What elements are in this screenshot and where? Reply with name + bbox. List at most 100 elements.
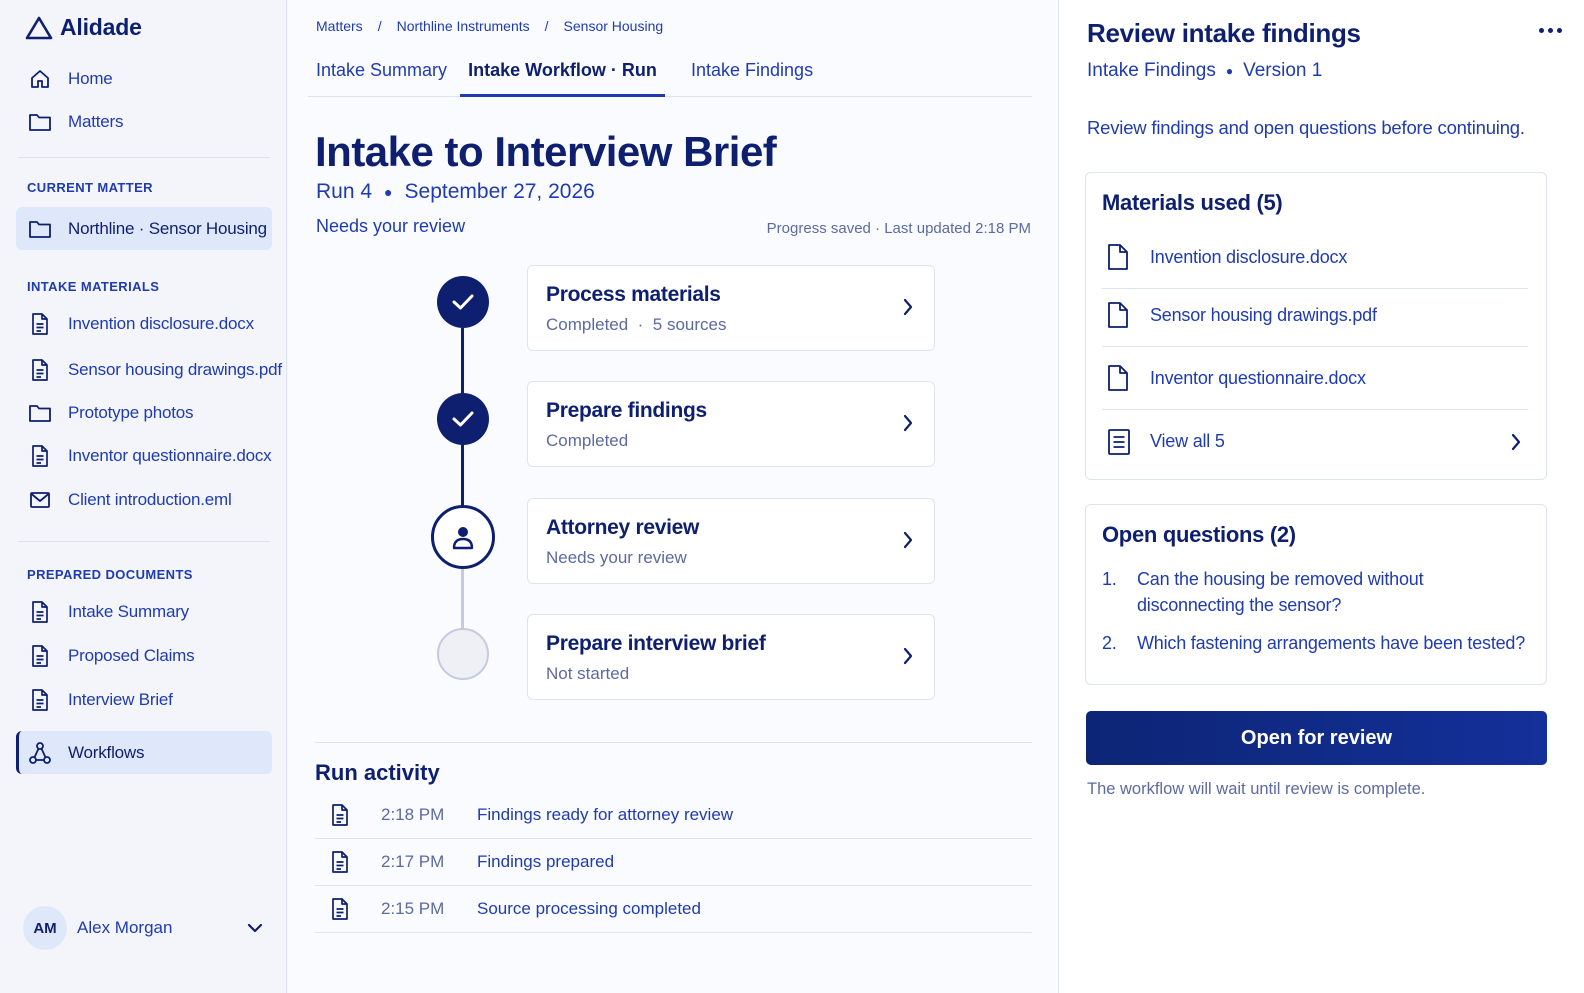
material-item[interactable]: Invention disclosure.docx bbox=[1102, 226, 1528, 289]
sidebar-item-label: Interview Brief bbox=[68, 690, 173, 709]
material-name: Inventor questionnaire.docx bbox=[1150, 367, 1366, 388]
run-label: Run 4 bbox=[316, 180, 373, 203]
sidebar-item-workflows[interactable]: Workflows bbox=[16, 731, 272, 774]
activity-row[interactable]: 2:15 PM Source processing completed bbox=[315, 886, 1032, 933]
avatar: AM bbox=[23, 906, 67, 950]
sidebar-item-interview-brief[interactable]: Interview Brief bbox=[16, 679, 272, 721]
view-all-materials[interactable]: View all 5 bbox=[1102, 410, 1528, 473]
tab-bar: Intake Summary Intake Workflow · Run Int… bbox=[308, 56, 1032, 97]
activity-text: Findings ready for attorney review bbox=[477, 805, 734, 824]
step-connector bbox=[461, 568, 464, 628]
sidebar-item-proposed-claims[interactable]: Proposed Claims bbox=[16, 635, 272, 677]
sidebar-item-intake-summary[interactable]: Intake Summary bbox=[16, 591, 272, 633]
open-questions-card: Open questions (2) 1. Can the housing be… bbox=[1085, 504, 1547, 685]
more-options-button[interactable] bbox=[1539, 28, 1562, 33]
alidade-logo-icon bbox=[25, 16, 53, 39]
sidebar-item-label: Proposed Claims bbox=[68, 646, 195, 665]
materials-used-card: Materials used (5) Invention disclosure.… bbox=[1085, 172, 1547, 480]
step-title: Prepare findings bbox=[546, 399, 707, 422]
chevron-right-icon bbox=[903, 298, 913, 316]
activity-time: 2:17 PM bbox=[381, 852, 445, 871]
intake-materials-heading: INTAKE MATERIALS bbox=[27, 279, 160, 294]
step-title: Process materials bbox=[546, 283, 721, 306]
step-subtitle: Completed bbox=[546, 431, 629, 450]
more-icon-dot bbox=[1557, 28, 1562, 33]
tab-intake-workflow-run[interactable]: Intake Workflow · Run bbox=[460, 56, 665, 97]
section-divider bbox=[315, 742, 1032, 743]
activity-text: Findings prepared bbox=[477, 852, 615, 871]
open-questions-title: Open questions (2) bbox=[1102, 522, 1296, 547]
breadcrumb-sensor-housing[interactable]: Sensor Housing bbox=[564, 18, 664, 34]
sidebar-item-inventor-questionnaire[interactable]: Inventor questionnaire.docx bbox=[16, 435, 272, 477]
check-icon bbox=[452, 294, 474, 310]
activity-text: Source processing completed bbox=[477, 899, 701, 918]
dot-separator: ● bbox=[384, 184, 393, 200]
step-card-prepare-findings[interactable]: Prepare findings Completed bbox=[527, 381, 935, 467]
step-card-prepare-interview-brief[interactable]: Prepare interview brief Not started bbox=[527, 614, 935, 700]
breadcrumb-northline-instruments[interactable]: Northline Instruments bbox=[397, 18, 530, 34]
sidebar-item-drawings[interactable]: Sensor housing drawings.pdf bbox=[16, 349, 282, 391]
user-menu[interactable]: AM Alex Morgan bbox=[23, 905, 273, 951]
step-subtitle: Not started bbox=[546, 664, 630, 683]
activity-row[interactable]: 2:17 PM Findings prepared bbox=[315, 839, 1032, 886]
current-matter-item[interactable]: Northline · Sensor Housing bbox=[16, 207, 272, 250]
panel-subtitle: Intake Findings ● Version 1 bbox=[1087, 60, 1322, 82]
chevron-right-icon bbox=[903, 414, 913, 432]
run-date: September 27, 2026 bbox=[404, 180, 595, 203]
nav-home[interactable]: Home bbox=[16, 58, 272, 100]
sidebar-item-client-introduction[interactable]: Client introduction.eml bbox=[16, 479, 272, 521]
step-title: Attorney review bbox=[546, 516, 700, 539]
panel-document-name[interactable]: Intake Findings bbox=[1087, 60, 1216, 82]
review-note: The workflow will wait until review is c… bbox=[1087, 780, 1426, 798]
materials-used-title: Materials used (5) bbox=[1102, 190, 1283, 215]
panel-version: Version 1 bbox=[1243, 60, 1323, 81]
breadcrumb-matters[interactable]: Matters bbox=[316, 18, 363, 34]
document-icon bbox=[330, 897, 356, 921]
current-matter-label: Northline · Sensor Housing bbox=[68, 218, 267, 238]
document-icon bbox=[28, 688, 52, 712]
review-panel: Review intake findings Intake Findings ●… bbox=[1058, 0, 1584, 993]
brand[interactable]: Alidade bbox=[24, 14, 142, 41]
step-subtitle: Completed · 5 sources bbox=[546, 315, 727, 334]
breadcrumb: Matters / Northline Instruments / Sensor… bbox=[316, 18, 663, 34]
sidebar-item-label: Intake Summary bbox=[68, 602, 189, 621]
tab-intake-summary[interactable]: Intake Summary bbox=[316, 56, 447, 97]
step-pending-node bbox=[437, 628, 489, 680]
open-question-item[interactable]: 1. Can the housing be removed without di… bbox=[1102, 566, 1532, 618]
panel-title: Review intake findings bbox=[1087, 18, 1361, 48]
folder-icon bbox=[28, 110, 52, 134]
document-icon bbox=[330, 803, 356, 827]
more-icon-dot bbox=[1548, 28, 1553, 33]
view-all-label: View all 5 bbox=[1150, 431, 1225, 451]
chevron-right-icon bbox=[903, 647, 913, 665]
step-card-attorney-review[interactable]: Attorney review Needs your review bbox=[527, 498, 935, 584]
workflow-icon bbox=[28, 741, 52, 765]
sidebar-divider bbox=[18, 157, 270, 158]
sidebar-item-label: Sensor housing drawings.pdf bbox=[68, 360, 282, 379]
material-name: Invention disclosure.docx bbox=[1150, 246, 1348, 267]
step-title: Prepare interview brief bbox=[546, 632, 766, 655]
sidebar-item-prototype-photos[interactable]: Prototype photos bbox=[16, 392, 272, 434]
open-question-item[interactable]: 2. Which fastening arrangements have bee… bbox=[1102, 630, 1532, 656]
open-for-review-button[interactable]: Open for review bbox=[1086, 711, 1547, 765]
tab-intake-findings[interactable]: Intake Findings bbox=[691, 56, 813, 97]
file-icon bbox=[1106, 301, 1134, 329]
step-connector bbox=[461, 444, 464, 506]
breadcrumb-separator: / bbox=[377, 18, 382, 34]
nav-matters[interactable]: Matters bbox=[16, 101, 272, 143]
activity-row[interactable]: 2:18 PM Findings ready for attorney revi… bbox=[315, 792, 1032, 839]
material-item[interactable]: Sensor housing drawings.pdf bbox=[1102, 284, 1528, 347]
step-review-node bbox=[431, 505, 495, 569]
activity-time: 2:15 PM bbox=[381, 899, 445, 918]
chevron-down-icon[interactable] bbox=[247, 923, 263, 933]
document-icon bbox=[28, 312, 52, 336]
mail-icon bbox=[28, 488, 52, 512]
sidebar-item-invention-disclosure[interactable]: Invention disclosure.docx bbox=[16, 303, 272, 345]
file-icon bbox=[1106, 364, 1134, 392]
folder-icon bbox=[28, 217, 52, 241]
step-subtitle: Needs your review bbox=[546, 548, 687, 567]
more-icon-dot bbox=[1539, 28, 1544, 33]
material-item[interactable]: Inventor questionnaire.docx bbox=[1102, 347, 1528, 410]
step-card-process-materials[interactable]: Process materials Completed · 5 sources bbox=[527, 265, 935, 351]
run-activity-title: Run activity bbox=[315, 760, 440, 785]
